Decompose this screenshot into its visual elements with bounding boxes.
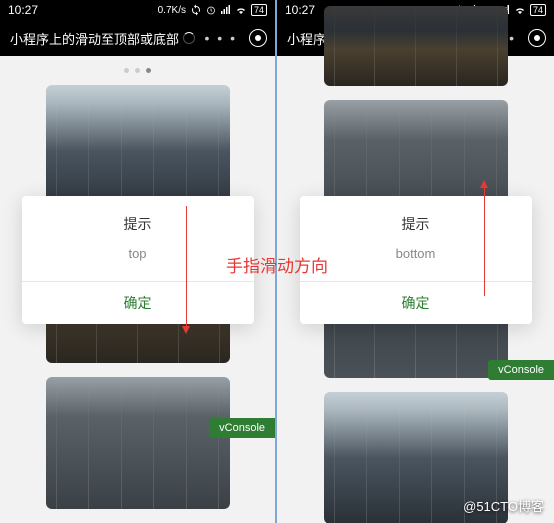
wifi-icon bbox=[514, 4, 526, 16]
wifi-icon bbox=[235, 4, 247, 16]
status-battery: 74 bbox=[530, 4, 546, 16]
watermark-text: @51CTO博客 bbox=[463, 496, 544, 515]
signal-icon bbox=[220, 4, 232, 16]
modal-confirm-button[interactable]: 确定 bbox=[22, 282, 254, 324]
nav-close-icon[interactable] bbox=[528, 29, 546, 47]
nav-bar: 小程序上的滑动至顶部或底部 • • • bbox=[0, 20, 275, 56]
alert-modal: 提示 top 确定 bbox=[22, 196, 254, 324]
nav-menu-icon[interactable]: • • • bbox=[205, 30, 237, 46]
alert-modal: 提示 bottom 确定 bbox=[300, 196, 532, 324]
swipe-arrow-down-icon bbox=[186, 206, 187, 328]
modal-title: 提示 bbox=[22, 196, 254, 240]
status-bar: 10:27 0.7K/s 74 bbox=[0, 0, 275, 20]
modal-message: bottom bbox=[300, 240, 532, 281]
loading-spinner-icon bbox=[183, 32, 195, 44]
modal-confirm-button[interactable]: 确定 bbox=[300, 282, 532, 324]
nav-close-icon[interactable] bbox=[249, 29, 267, 47]
swipe-direction-label: 手指滑动方向 bbox=[226, 252, 328, 277]
modal-message: top bbox=[22, 240, 254, 281]
status-network-speed: 0.7K/s bbox=[158, 5, 186, 16]
status-time: 10:27 bbox=[8, 3, 38, 17]
vconsole-button[interactable]: vConsole bbox=[209, 418, 275, 438]
status-time: 10:27 bbox=[285, 3, 315, 17]
alarm-icon bbox=[205, 4, 217, 16]
page-indicator bbox=[0, 62, 275, 85]
swipe-arrow-up-icon bbox=[484, 186, 485, 296]
status-icons bbox=[190, 4, 247, 16]
vconsole-button[interactable]: vConsole bbox=[488, 360, 554, 380]
status-battery: 74 bbox=[251, 4, 267, 16]
image-card bbox=[324, 6, 508, 86]
modal-title: 提示 bbox=[300, 196, 532, 240]
image-card bbox=[46, 377, 230, 509]
sync-icon bbox=[190, 4, 202, 16]
nav-title: 小程序上的滑动至顶部或底部 bbox=[10, 29, 205, 48]
